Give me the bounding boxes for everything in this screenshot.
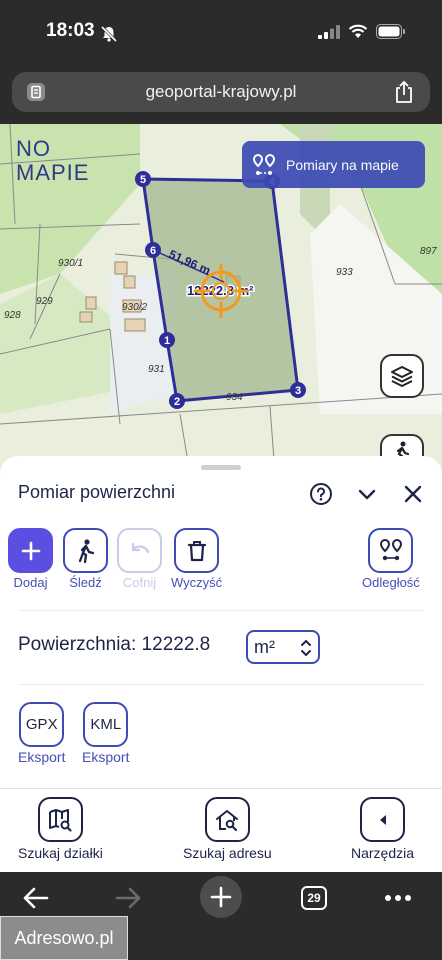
battery-icon bbox=[376, 24, 405, 39]
tool-clear[interactable]: Wyczyść bbox=[171, 528, 222, 590]
vertex-label: 6 bbox=[150, 245, 156, 257]
nav-search-parcel[interactable]: Szukaj działki bbox=[18, 797, 103, 861]
area-result-text: Powierzchnia: 12222.8 bbox=[18, 634, 211, 655]
more-dots-icon bbox=[385, 895, 411, 901]
parcel-label: 929 bbox=[36, 296, 53, 307]
export-gpx[interactable]: GPX Eksport bbox=[18, 702, 65, 765]
tabs-button[interactable]: 29 bbox=[300, 882, 328, 914]
tool-label: Odległość bbox=[362, 575, 420, 590]
tools-button[interactable] bbox=[360, 797, 406, 842]
measurement-panel: Pomiar powierzchni Dodaj Śledź Cofnij Wy… bbox=[0, 456, 442, 788]
signal-icon bbox=[318, 24, 340, 39]
panel-header-actions bbox=[308, 481, 426, 507]
logo-line1: NO bbox=[16, 136, 51, 161]
divider bbox=[18, 610, 424, 611]
arrow-left-icon bbox=[23, 887, 49, 909]
layers-icon bbox=[391, 366, 413, 387]
sheet-drag-handle[interactable] bbox=[201, 465, 241, 470]
panel-title: Pomiar powierzchni bbox=[18, 482, 176, 502]
unit-selected-value: m² bbox=[254, 636, 275, 657]
measure-pins-icon bbox=[252, 153, 276, 175]
tools-arrow-icon bbox=[379, 814, 386, 825]
undo-icon bbox=[131, 542, 149, 553]
vertex-label: 3 bbox=[295, 385, 301, 397]
nav-label: Szukaj działki bbox=[18, 845, 103, 861]
new-tab-button[interactable] bbox=[200, 876, 242, 918]
export-kml[interactable]: KML Eksport bbox=[82, 702, 129, 765]
parcel-label: 930/2 bbox=[122, 302, 148, 313]
vertex-label: 2 bbox=[174, 396, 180, 408]
arrow-right-icon bbox=[115, 887, 141, 909]
more-button[interactable] bbox=[382, 882, 414, 914]
close-button[interactable] bbox=[400, 481, 426, 507]
house-search-icon bbox=[216, 809, 239, 831]
measure-on-map-button[interactable]: Pomiary na mapie bbox=[242, 141, 425, 188]
tabs-count: 29 bbox=[301, 886, 327, 910]
nav-label: Szukaj adresu bbox=[183, 845, 272, 861]
search-address-button[interactable] bbox=[204, 797, 250, 842]
share-icon[interactable] bbox=[392, 79, 416, 105]
page-menu-icon[interactable] bbox=[24, 80, 48, 104]
address-bar[interactable]: geoportal-krajowy.pl bbox=[12, 72, 430, 112]
nomapie-logo: NO MAPIE bbox=[16, 138, 89, 184]
back-button[interactable] bbox=[20, 882, 52, 914]
search-parcel-button[interactable] bbox=[37, 797, 83, 842]
url-text: geoportal-krajowy.pl bbox=[145, 82, 297, 101]
export-label: Eksport bbox=[18, 749, 66, 765]
status-time: 18:03 bbox=[46, 20, 95, 41]
collapse-button[interactable] bbox=[354, 481, 380, 507]
map-search-icon bbox=[49, 808, 73, 832]
plus-icon bbox=[21, 541, 40, 560]
map-view[interactable]: 1 2 3 4 5 6 51,96 m 12222.8 m² 930/1 929… bbox=[0, 124, 442, 474]
tool-label: Cofnij bbox=[122, 575, 157, 590]
tool-label: Dodaj bbox=[13, 575, 48, 590]
chevron-up-down-icon bbox=[301, 639, 311, 657]
help-icon bbox=[310, 483, 332, 505]
chevron-down-icon bbox=[358, 489, 376, 500]
bell-muted-icon bbox=[100, 25, 118, 43]
add-button[interactable] bbox=[8, 528, 53, 573]
vertex-label: 1 bbox=[164, 335, 170, 347]
parcel-label: 928 bbox=[4, 310, 21, 321]
layers-button[interactable] bbox=[380, 354, 424, 398]
status-bar: 18:03 bbox=[0, 0, 442, 68]
tool-add[interactable]: Dodaj bbox=[8, 528, 53, 590]
logo-line2: MAPIE bbox=[16, 160, 90, 185]
clear-button[interactable] bbox=[174, 528, 220, 573]
distance-pins-icon bbox=[379, 538, 402, 560]
export-gpx-button[interactable]: GPX bbox=[19, 702, 65, 747]
tool-distance[interactable]: Odległość bbox=[362, 528, 420, 590]
help-button[interactable] bbox=[308, 481, 334, 507]
export-label: Eksport bbox=[82, 749, 130, 765]
watermark: Adresowo.pl bbox=[0, 916, 128, 960]
unit-select[interactable]: m² bbox=[246, 630, 320, 664]
nav-label: Narzędzia bbox=[351, 845, 415, 861]
tool-label: Śledź bbox=[69, 575, 102, 590]
divider bbox=[18, 684, 424, 685]
walking-person-icon bbox=[78, 538, 94, 563]
undo-button[interactable] bbox=[117, 528, 162, 573]
status-indicators bbox=[318, 24, 406, 39]
parcel-label: 933 bbox=[336, 267, 353, 278]
close-icon bbox=[404, 485, 422, 503]
measure-on-map-label: Pomiary na mapie bbox=[286, 156, 399, 173]
wifi-icon bbox=[348, 24, 368, 38]
parcel-label: 934 bbox=[226, 392, 243, 403]
plus-icon bbox=[210, 886, 232, 908]
parcel-label: 930/1 bbox=[58, 258, 84, 269]
parcel-label: 897 bbox=[420, 246, 437, 257]
trash-icon bbox=[187, 540, 206, 561]
parcel-label: 931 bbox=[148, 364, 165, 375]
bottom-navigation: Szukaj działki Szukaj adresu Narzędzia bbox=[0, 788, 442, 872]
nav-search-address[interactable]: Szukaj adresu bbox=[183, 797, 272, 861]
tool-undo[interactable]: Cofnij bbox=[117, 528, 162, 590]
tool-track[interactable]: Śledź bbox=[63, 528, 108, 590]
nav-tools[interactable]: Narzędzia bbox=[351, 797, 414, 861]
vertex-label: 5 bbox=[140, 174, 146, 186]
distance-button[interactable] bbox=[368, 528, 414, 573]
forward-button[interactable] bbox=[112, 882, 144, 914]
export-kml-button[interactable]: KML bbox=[83, 702, 129, 747]
track-button[interactable] bbox=[63, 528, 108, 573]
tool-label: Wyczyść bbox=[171, 575, 223, 590]
